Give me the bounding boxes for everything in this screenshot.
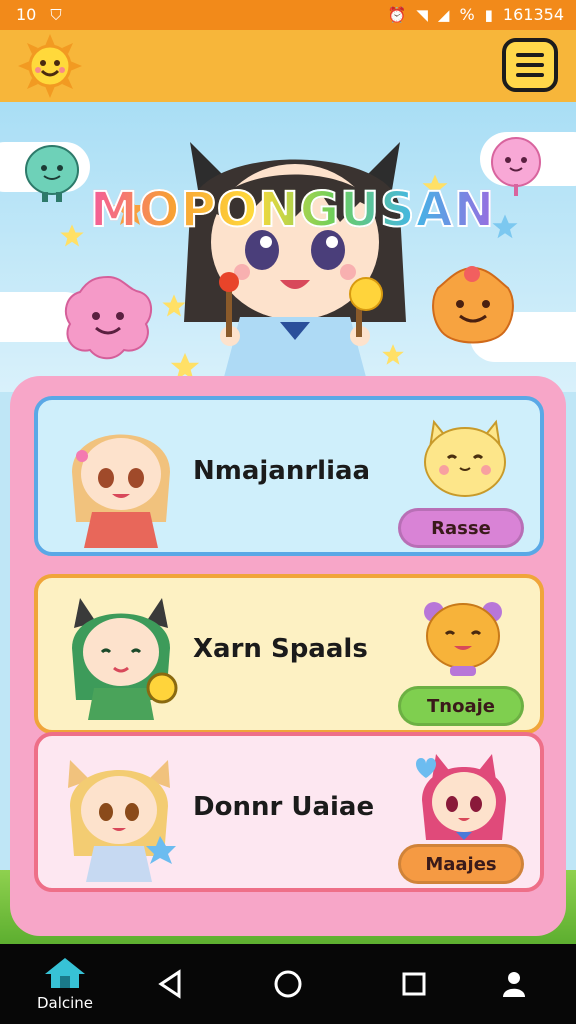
- star-icon: [60, 224, 84, 247]
- character-avatar: [72, 598, 178, 720]
- card-action-button[interactable]: Rasse: [398, 508, 524, 548]
- navigation-bar: Dalcine: [0, 944, 576, 1024]
- home-icon: [45, 958, 85, 988]
- battery-icon: ▮: [484, 5, 493, 24]
- nav-home-circle[interactable]: [266, 944, 310, 1024]
- character-card[interactable]: Donnr Uaiae Maajes: [34, 732, 544, 892]
- yellow-cat-mascot: [424, 419, 506, 497]
- battery-percent: %: [459, 5, 475, 24]
- pink-hair-character: [416, 754, 506, 840]
- green-blob-mascot: [25, 145, 79, 202]
- main-character-illustration: [184, 142, 406, 392]
- card-action-button[interactable]: Tnoaje: [398, 686, 524, 726]
- character-name: Donnr Uaiae: [193, 792, 375, 822]
- app-title: MOPONGUSAN: [89, 181, 495, 252]
- orange-blob-mascot: [432, 266, 514, 344]
- card-action-button[interactable]: Maajes: [398, 844, 524, 884]
- circle-home-icon: [274, 970, 302, 998]
- sun-icon[interactable]: [18, 34, 82, 98]
- character-card[interactable]: Xarn Spaals Tnoaje: [34, 574, 544, 734]
- character-card[interactable]: Nmajanrliaa Rasse: [34, 396, 544, 556]
- pink-flower-mascot: [64, 275, 153, 360]
- nav-home[interactable]: Dalcine: [20, 944, 110, 1024]
- status-time: 10: [16, 5, 37, 24]
- nav-recents[interactable]: [392, 944, 436, 1024]
- wifi-icon: ◥: [416, 5, 428, 24]
- person-icon: [503, 972, 525, 997]
- character-name: Nmajanrliaa: [193, 456, 371, 486]
- menu-button[interactable]: [502, 38, 558, 92]
- menu-icon: [516, 53, 544, 57]
- character-avatar: [72, 434, 170, 548]
- nav-home-label: Dalcine: [36, 994, 94, 1012]
- nav-back[interactable]: [148, 944, 192, 1024]
- shield-icon: ⛉: [50, 5, 62, 24]
- alarm-icon: ⏰: [387, 5, 407, 24]
- signal-icon: ◢: [437, 5, 450, 24]
- back-icon: [158, 969, 181, 999]
- pink-blob-mascot: [491, 137, 541, 196]
- status-clock: 161354: [502, 5, 564, 24]
- recents-icon: [402, 972, 426, 996]
- status-bar: 10 ⛉ ⏰ ◥ ◢ % ▮ 161354: [0, 0, 576, 30]
- orange-mascot: [424, 602, 502, 676]
- app-header: [0, 30, 576, 102]
- hero-banner: MOPONGUSAN: [0, 102, 576, 392]
- character-avatar: [68, 760, 176, 882]
- app-title-text: MOPONGUSAN: [89, 181, 495, 239]
- character-name: Xarn Spaals: [193, 634, 368, 664]
- nav-profile[interactable]: [492, 944, 536, 1024]
